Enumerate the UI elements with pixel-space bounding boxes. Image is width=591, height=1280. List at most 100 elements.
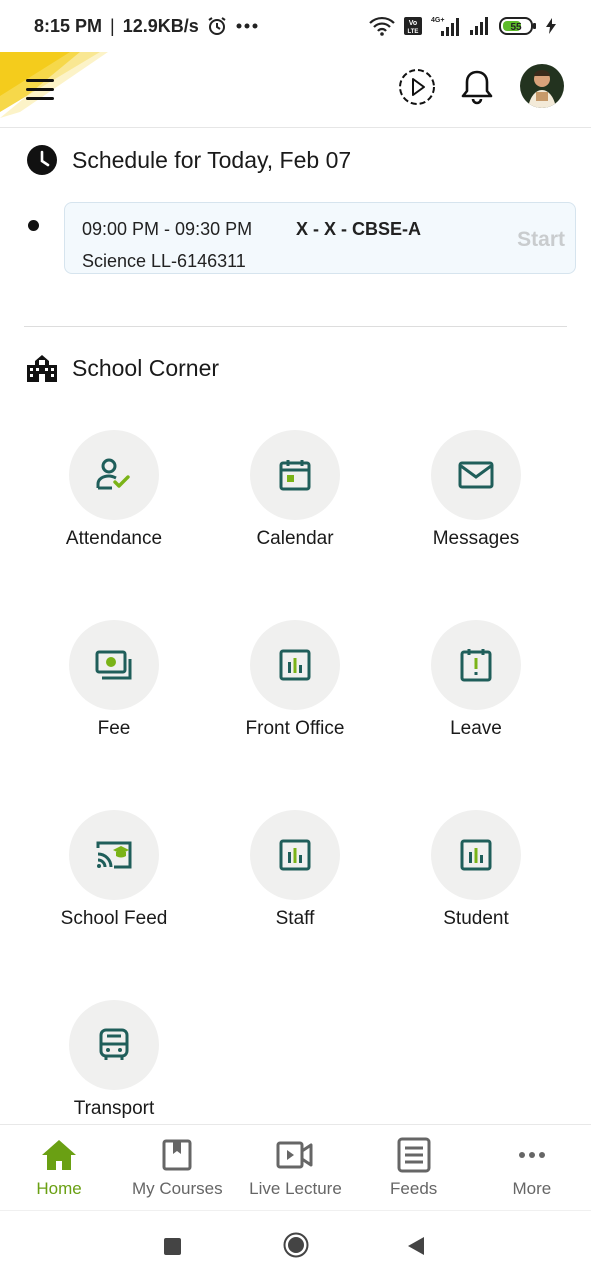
bottom-navigation: Home My Courses Live Lecture Feeds More bbox=[0, 1124, 591, 1210]
school-corner-header: School Corner bbox=[26, 352, 219, 384]
tile-label: Front Office bbox=[245, 718, 345, 739]
system-back-button[interactable] bbox=[406, 1235, 426, 1262]
bar-chart-icon bbox=[279, 649, 311, 681]
battery-icon: 55 bbox=[499, 17, 537, 35]
tile-label: Messages bbox=[432, 528, 520, 549]
app-header bbox=[0, 52, 591, 128]
tile-icon-circle bbox=[431, 810, 521, 900]
status-separator: | bbox=[110, 15, 115, 36]
nav-label: Feeds bbox=[390, 1179, 438, 1198]
video-camera-icon bbox=[276, 1137, 314, 1173]
tile-label: Staff bbox=[275, 908, 315, 929]
tile-icon-circle bbox=[250, 430, 340, 520]
tile-label: Student bbox=[443, 908, 509, 929]
class-subject: Science LL-6146311 bbox=[82, 251, 246, 271]
nav-label: Home bbox=[36, 1179, 82, 1198]
tile-messages[interactable]: Messages bbox=[386, 430, 566, 570]
tile-fee[interactable]: Fee bbox=[24, 620, 204, 760]
schedule-title: Schedule for Today, Feb 07 bbox=[72, 146, 352, 173]
signal-4g-icon: 4G+ bbox=[431, 15, 461, 37]
nav-label: My Courses bbox=[131, 1179, 223, 1198]
status-right: Vo LTE 4G+ 55 bbox=[369, 15, 557, 37]
status-net-speed: 12.9KB/s bbox=[122, 15, 199, 36]
more-dots-icon bbox=[518, 1137, 546, 1173]
tile-label: Attendance bbox=[65, 528, 163, 549]
bell-icon bbox=[461, 70, 493, 105]
nav-item-more[interactable]: More bbox=[473, 1125, 591, 1211]
tile-icon-circle bbox=[250, 620, 340, 710]
alarm-icon bbox=[207, 16, 227, 36]
tile-label: Leave bbox=[450, 718, 502, 739]
tile-school-feed[interactable]: School Feed bbox=[24, 810, 204, 950]
mail-icon bbox=[458, 461, 494, 489]
start-class-button[interactable]: Start bbox=[517, 228, 565, 252]
home-circle-icon bbox=[283, 1232, 309, 1258]
hamburger-icon bbox=[26, 78, 54, 82]
calendar-icon bbox=[279, 460, 311, 491]
cast-graduation-icon bbox=[96, 841, 132, 869]
class-time: 09:00 PM - 09:30 PM bbox=[82, 219, 253, 239]
bookmark-book-icon bbox=[162, 1137, 192, 1173]
tile-icon-circle bbox=[431, 620, 521, 710]
clock-icon bbox=[27, 145, 57, 175]
schedule-header: Schedule for Today, Feb 07 bbox=[26, 144, 351, 176]
bar-chart-icon bbox=[279, 839, 311, 871]
svg-text:LTE: LTE bbox=[408, 29, 419, 35]
tile-calendar[interactable]: Calendar bbox=[205, 430, 385, 570]
system-navigation-bar bbox=[0, 1210, 591, 1280]
back-triangle-icon bbox=[408, 1237, 424, 1255]
status-time: 8:15 PM bbox=[34, 15, 103, 36]
class-card[interactable]: 09:00 PM - 09:30 PM X - X - CBSE-A Scien… bbox=[64, 202, 576, 274]
status-bar: 8:15 PM | 12.9KB/s Vo LTE 4G+ 55 bbox=[0, 0, 591, 52]
nav-item-my-courses[interactable]: My Courses bbox=[118, 1125, 236, 1211]
home-icon bbox=[40, 1137, 78, 1173]
class-batch: X - X - CBSE-A bbox=[296, 219, 422, 239]
nav-item-live-lecture[interactable]: Live Lecture bbox=[236, 1125, 354, 1211]
battery-level: 55 bbox=[510, 22, 522, 33]
tile-label: Fee bbox=[97, 718, 131, 739]
tile-transport[interactable]: Transport bbox=[24, 1000, 204, 1140]
system-home-button[interactable] bbox=[283, 1232, 309, 1263]
school-icon bbox=[27, 355, 57, 382]
tile-icon-circle bbox=[69, 430, 159, 520]
avatar[interactable] bbox=[520, 64, 564, 108]
bus-icon bbox=[99, 1028, 129, 1060]
bar-chart-icon bbox=[460, 839, 492, 871]
school-corner-title: School Corner bbox=[72, 354, 220, 381]
tile-icon-circle bbox=[431, 430, 521, 520]
tile-staff[interactable]: Staff bbox=[205, 810, 385, 950]
notifications-button[interactable] bbox=[460, 68, 494, 111]
nav-item-home[interactable]: Home bbox=[0, 1125, 118, 1211]
tile-label: Transport bbox=[73, 1098, 155, 1119]
tile-label: School Feed bbox=[60, 908, 168, 929]
signal-icon bbox=[469, 16, 491, 36]
schedule-bullet bbox=[28, 220, 39, 231]
tile-attendance[interactable]: Attendance bbox=[24, 430, 204, 570]
tile-icon-circle bbox=[69, 810, 159, 900]
nav-item-feeds[interactable]: Feeds bbox=[355, 1125, 473, 1211]
nav-label: Live Lecture bbox=[249, 1179, 342, 1198]
section-divider bbox=[24, 326, 567, 327]
play-button[interactable] bbox=[398, 68, 436, 111]
tile-student[interactable]: Student bbox=[386, 810, 566, 950]
hamburger-line bbox=[26, 87, 54, 91]
hamburger-menu-button[interactable] bbox=[26, 72, 60, 106]
wifi-icon bbox=[369, 16, 395, 36]
status-left: 8:15 PM | 12.9KB/s bbox=[34, 16, 259, 37]
svg-text:Vo: Vo bbox=[409, 20, 417, 27]
attendance-icon bbox=[96, 458, 130, 490]
tile-leave[interactable]: Leave bbox=[386, 620, 566, 760]
tile-icon-circle bbox=[250, 810, 340, 900]
user-avatar-image bbox=[520, 64, 564, 108]
nav-label: More bbox=[512, 1179, 552, 1198]
more-notifications-icon bbox=[235, 22, 259, 30]
money-icon bbox=[95, 650, 132, 680]
svg-text:4G+: 4G+ bbox=[431, 17, 444, 24]
charging-icon bbox=[545, 17, 557, 35]
feed-list-icon bbox=[397, 1137, 431, 1173]
play-circle-icon bbox=[399, 69, 435, 105]
tile-front-office[interactable]: Front Office bbox=[205, 620, 385, 760]
tile-label: Calendar bbox=[256, 528, 334, 549]
tile-icon-circle bbox=[69, 620, 159, 710]
recent-apps-button[interactable] bbox=[164, 1238, 181, 1255]
